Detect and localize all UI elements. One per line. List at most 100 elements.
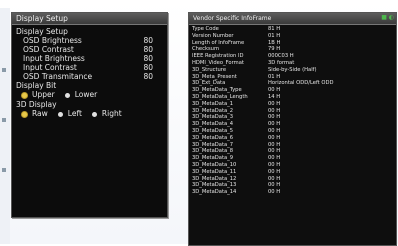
field-name: 3D_MetaData_14	[192, 189, 237, 196]
section-heading-display-bit: Display Bit	[16, 81, 57, 90]
infoframe-row: 3D_MetaData_9 00 H	[189, 155, 396, 162]
radio-option[interactable]: Upper	[22, 90, 55, 100]
field-name: 3D_MetaData_11	[192, 168, 237, 175]
setting-row[interactable]: OSD Brightness 80	[16, 36, 164, 45]
infoframe-row: 3D_MetaData_11 00 H	[189, 169, 396, 176]
infoframe-window: Vendor Specific InfoFrame ■ ◐ Type Code 8…	[188, 12, 397, 246]
radio-label: Raw	[32, 109, 48, 118]
radio-option[interactable]: Right	[91, 109, 122, 119]
edge-marker	[2, 168, 6, 172]
setting-value: 80	[143, 72, 153, 81]
field-value: 00 H	[268, 87, 281, 94]
field-value: 00 H	[268, 182, 281, 189]
setting-value: 80	[143, 36, 153, 45]
field-name: 3D_MetaData_10	[192, 161, 237, 168]
infoframe-titlebar[interactable]: Vendor Specific InfoFrame ■ ◐	[189, 13, 396, 25]
field-value: 00 H	[268, 155, 281, 162]
infoframe-row: Length of InfoFrame 1B H	[189, 40, 396, 47]
field-name: 3D_MetaData_Length	[192, 93, 248, 100]
infoframe-row: 3D_MetaData_7 00 H	[189, 142, 396, 149]
setting-label: OSD Contrast	[23, 45, 74, 54]
display-setup-window: Display Setup Display Setup OSD Brightne…	[11, 12, 168, 218]
field-value: 00 H	[268, 100, 281, 107]
field-value: 00 H	[268, 107, 281, 114]
field-value: 1B H	[268, 39, 281, 46]
field-value: 00 H	[268, 127, 281, 134]
setting-row[interactable]: OSD Contrast 80	[16, 45, 164, 54]
field-value: 14 H	[268, 93, 281, 100]
radio-unselected-icon	[57, 111, 63, 117]
infoframe-row: 3D_MetaData_12 00 H	[189, 176, 396, 183]
field-name: 3D_MetaData_13	[192, 182, 237, 189]
section-heading-display-setup: Display Setup	[16, 27, 68, 36]
field-value: Side-by-Side (Half)	[268, 66, 317, 73]
field-name: 3D_Ext_Data	[192, 80, 226, 87]
infoframe-row: Version Number 01 H	[189, 33, 396, 40]
setting-value: 80	[143, 63, 153, 72]
infoframe-row: 3D_MetaData_14 00 H	[189, 189, 396, 196]
field-name: 3D_Meta_Present	[192, 73, 237, 80]
3d-display-radio-group: Raw Left Right	[16, 109, 164, 119]
field-name: 3D_MetaData_3	[192, 114, 234, 121]
setting-row[interactable]: OSD Transmitance 80	[16, 72, 164, 81]
display-setup-titlebar[interactable]: Display Setup	[12, 13, 167, 25]
radio-label: Right	[101, 109, 122, 118]
field-value: 81 H	[268, 26, 281, 32]
field-value: 79 H	[268, 46, 281, 53]
setting-label: OSD Brightness	[23, 36, 82, 45]
window-control-icon[interactable]: ■ ◐	[381, 15, 394, 21]
field-value: 01 H	[268, 73, 281, 80]
field-value: Horizontal ODD/Left ODD	[268, 80, 334, 87]
field-name: 3D_MetaData_7	[192, 141, 234, 148]
infoframe-row: IEEE Registration ID 000C03 H	[189, 53, 396, 60]
background-edge	[0, 8, 10, 244]
radio-label: Upper	[32, 90, 55, 99]
radio-selected-icon	[22, 92, 27, 98]
field-name: 3D_MetaData_8	[192, 148, 234, 155]
field-name: Type Code	[192, 26, 219, 32]
field-value: 3D format	[268, 59, 295, 66]
setting-row[interactable]: Input Brightness 80	[16, 54, 164, 63]
section-heading-3d-display: 3D Display	[16, 100, 57, 109]
setting-label: Input Contrast	[23, 63, 77, 72]
field-value: 00 H	[268, 161, 281, 168]
field-name: Version Number	[192, 32, 234, 39]
field-name: 3D_MetaData_Type	[192, 87, 242, 94]
infoframe-row: 3D_MetaData_5 00 H	[189, 128, 396, 135]
field-name: 3D_MetaData_4	[192, 121, 234, 128]
field-name: 3D_MetaData_5	[192, 127, 234, 134]
field-value: 00 H	[268, 141, 281, 148]
radio-unselected-icon	[91, 111, 97, 117]
field-value: 000C03 H	[268, 53, 294, 60]
setting-value: 80	[143, 54, 153, 63]
radio-option[interactable]: Left	[57, 109, 82, 119]
infoframe-row: 3D_MetaData_2 00 H	[189, 108, 396, 115]
field-name: 3D_MetaData_2	[192, 107, 234, 114]
infoframe-row: 3D_MetaData_Type 00 H	[189, 87, 396, 94]
field-value: 01 H	[268, 32, 281, 39]
infoframe-row: 3D_Meta_Present 01 H	[189, 74, 396, 81]
radio-option[interactable]: Lower	[64, 90, 97, 100]
infoframe-row: 3D_MetaData_1 00 H	[189, 101, 396, 108]
setting-row[interactable]: Input Contrast 80	[16, 63, 164, 72]
setting-label: OSD Transmitance	[23, 72, 93, 81]
infoframe-field-list: Type Code 81 H Version Number 01 H Length of…	[189, 25, 396, 196]
infoframe-row: 3D_MetaData_4 00 H	[189, 121, 396, 128]
setting-value: 80	[143, 45, 153, 54]
field-value: 00 H	[268, 175, 281, 182]
infoframe-row: 3D_MetaData_10 00 H	[189, 162, 396, 169]
settings-list: OSD Brightness 80 OSD Contrast 80 Input Brig…	[16, 36, 164, 81]
field-value: 00 H	[268, 168, 281, 175]
field-value: 00 H	[268, 114, 281, 121]
field-value: 00 H	[268, 121, 281, 128]
field-name: Length of InfoFrame	[192, 39, 245, 46]
infoframe-row: HDMI_Video_Format 3D format	[189, 60, 396, 67]
edge-marker	[2, 68, 6, 72]
field-name: 3D_MetaData_9	[192, 155, 234, 162]
radio-label: Left	[67, 109, 82, 118]
infoframe-row: 3D_MetaData_Length 14 H	[189, 94, 396, 101]
infoframe-row: Checksum 79 H	[189, 46, 396, 53]
infoframe-row: 3D_Ext_Data Horizontal ODD/Left ODD	[189, 80, 396, 87]
radio-option[interactable]: Raw	[22, 109, 48, 119]
display-bit-radio-group: Upper Lower	[16, 90, 164, 100]
